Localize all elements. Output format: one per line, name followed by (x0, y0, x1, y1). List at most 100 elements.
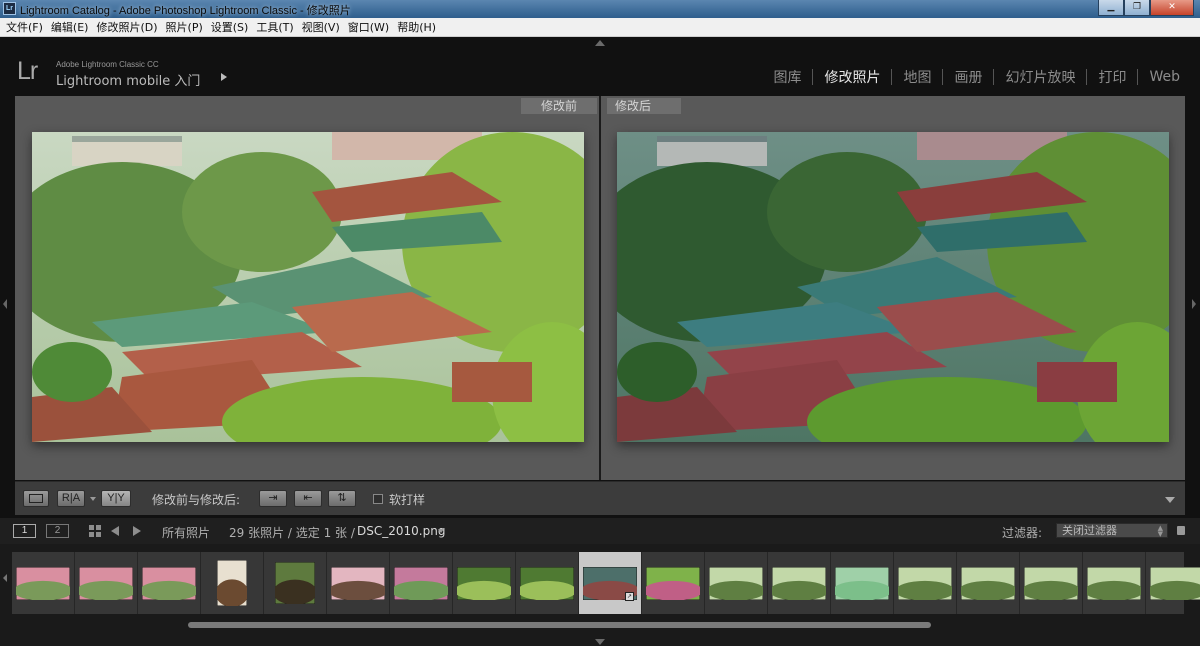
module-print[interactable]: 打印 (1092, 67, 1132, 87)
thumbnail-image (1150, 566, 1200, 600)
filmstrip-thumb[interactable] (1083, 552, 1146, 614)
module-separator (1086, 69, 1088, 85)
toolbar-menu-chevron-icon[interactable] (1165, 497, 1175, 503)
filmstrip-left-arrow-icon[interactable] (3, 574, 7, 582)
thumbnail-image (275, 562, 315, 604)
filmstrip-thumb[interactable] (894, 552, 957, 614)
thumbnail-image (1024, 566, 1078, 600)
before-after-left-right-button[interactable]: R|A (57, 490, 85, 507)
module-book[interactable]: 画册 (948, 67, 988, 87)
before-after-compare-view: 修改前 修改后 (15, 96, 1185, 480)
menu-settings[interactable]: 设置(S) (209, 19, 255, 35)
selected-filename[interactable]: DSC_2010.png (357, 524, 445, 538)
filmstrip-thumb[interactable] (390, 552, 453, 614)
thumbnail-image (1087, 566, 1141, 600)
filmstrip-source[interactable]: 所有照片 (162, 524, 210, 541)
filmstrip-thumb[interactable] (75, 552, 138, 614)
collapse-bottom-panel-icon[interactable] (595, 639, 605, 645)
module-picker: 图库 修改照片 地图 画册 幻灯片放映 打印 Web (767, 67, 1186, 87)
lightroom-mobile-link[interactable]: Lightroom mobile 入门 (56, 70, 200, 89)
develop-toolbar: R|A Y|Y 修改前与修改后: ⇥ ⇤ ⇅ 软打样 (15, 481, 1185, 515)
filmstrip-thumb[interactable] (768, 552, 831, 614)
play-icon[interactable] (221, 73, 227, 81)
before-photo[interactable] (32, 132, 584, 442)
product-name: Adobe Lightroom Classic CC (56, 60, 159, 69)
filmstrip-thumbnails: ↗ (12, 552, 1200, 614)
filmstrip-thumb-selected[interactable]: ↗ (579, 552, 642, 614)
soft-proof-label: 软打样 (389, 493, 426, 507)
filter-select-value: 关闭过滤器 (1062, 524, 1117, 537)
module-separator (993, 69, 995, 85)
filmstrip-scrollbar[interactable] (188, 622, 931, 628)
secondary-window-button[interactable]: 2 (46, 524, 69, 538)
thumbnail-image (142, 566, 196, 600)
edited-badge-icon: ↗ (625, 592, 634, 601)
lightroom-app-icon: Lr (3, 2, 16, 15)
collapse-left-panel-icon[interactable] (3, 299, 7, 309)
window-title-bar: Lr Lightroom Catalog - Adobe Photoshop L… (0, 0, 1200, 18)
module-map[interactable]: 地图 (897, 67, 937, 87)
after-photo[interactable] (617, 132, 1169, 442)
lock-icon[interactable] (1177, 526, 1185, 535)
filmstrip-thumb[interactable] (453, 552, 516, 614)
menu-edit[interactable]: 编辑(E) (49, 19, 95, 35)
filmstrip-thumb[interactable] (831, 552, 894, 614)
filmstrip-header: 1 2 所有照片 29 张照片 / 选定 1 张 / DSC_2010.png … (0, 518, 1200, 544)
filter-select[interactable]: 关闭过滤器 ▲ ▼ (1056, 523, 1168, 538)
photo-count: 29 张照片 / 选定 1 张 / (229, 526, 355, 540)
swap-before-after-button[interactable]: ⇅ (328, 490, 356, 507)
filmstrip-thumb[interactable] (957, 552, 1020, 614)
forward-arrow-icon[interactable] (133, 526, 141, 536)
loupe-view-button[interactable] (23, 490, 49, 507)
filmstrip-thumb[interactable] (1146, 552, 1200, 614)
main-window-button[interactable]: 1 (13, 524, 36, 538)
grid-view-icon[interactable] (89, 525, 101, 537)
menu-develop[interactable]: 修改照片(D) (94, 19, 163, 35)
module-separator (942, 69, 944, 85)
before-after-yy-button[interactable]: Y|Y (101, 490, 131, 507)
copy-after-to-before-button[interactable]: ⇤ (294, 490, 322, 507)
back-arrow-icon[interactable] (111, 526, 119, 536)
close-icon[interactable]: ✕ (1150, 0, 1194, 16)
menu-tools[interactable]: 工具(T) (254, 19, 299, 35)
maximize-icon[interactable]: ❐ (1124, 0, 1150, 16)
filmstrip-thumb[interactable] (201, 552, 264, 614)
filmstrip-thumb[interactable] (705, 552, 768, 614)
window-title: Lightroom Catalog - Adobe Photoshop Ligh… (20, 5, 351, 17)
menu-help[interactable]: 帮助(H) (395, 19, 442, 35)
menu-window[interactable]: 窗口(W) (346, 19, 395, 35)
filmstrip-thumb[interactable] (138, 552, 201, 614)
module-library[interactable]: 图库 (767, 67, 807, 87)
menu-file[interactable]: 文件(F) (4, 19, 49, 35)
module-slideshow[interactable]: 幻灯片放映 (999, 67, 1081, 87)
menu-photo[interactable]: 照片(P) (164, 19, 209, 35)
before-pane[interactable]: 修改前 (15, 96, 599, 480)
temple-photo-before (32, 132, 584, 442)
after-label: 修改后 (607, 98, 681, 114)
filter-label: 过滤器: (1002, 526, 1043, 540)
soft-proof-checkbox[interactable] (373, 494, 383, 504)
menu-view[interactable]: 视图(V) (300, 19, 346, 35)
thumbnail-image (394, 566, 448, 600)
filmstrip-thumb[interactable] (516, 552, 579, 614)
thumbnail-image (217, 560, 247, 606)
filmstrip-thumb[interactable] (1020, 552, 1083, 614)
collapse-right-panel-icon[interactable] (1192, 299, 1196, 309)
minimize-icon[interactable]: ▁ (1098, 0, 1124, 16)
copy-before-to-after-button[interactable]: ⇥ (259, 490, 287, 507)
collapse-top-panel-icon[interactable] (595, 40, 605, 46)
thumbnail-image (16, 566, 70, 600)
filmstrip-thumb[interactable] (12, 552, 75, 614)
module-develop[interactable]: 修改照片 (818, 67, 886, 87)
filmstrip-thumb[interactable] (264, 552, 327, 614)
filmstrip-thumb[interactable] (642, 552, 705, 614)
chevron-down-icon[interactable] (90, 497, 96, 501)
loupe-view-icon (29, 493, 43, 503)
module-web[interactable]: Web (1143, 69, 1186, 85)
filename-chevron-down-icon[interactable] (438, 529, 444, 533)
before-label: 修改前 (521, 98, 597, 114)
filmstrip-thumb[interactable] (327, 552, 390, 614)
after-pane[interactable]: 修改后 (601, 96, 1185, 480)
module-separator (1137, 69, 1139, 85)
select-arrows-icon: ▲ ▼ (1157, 524, 1163, 538)
